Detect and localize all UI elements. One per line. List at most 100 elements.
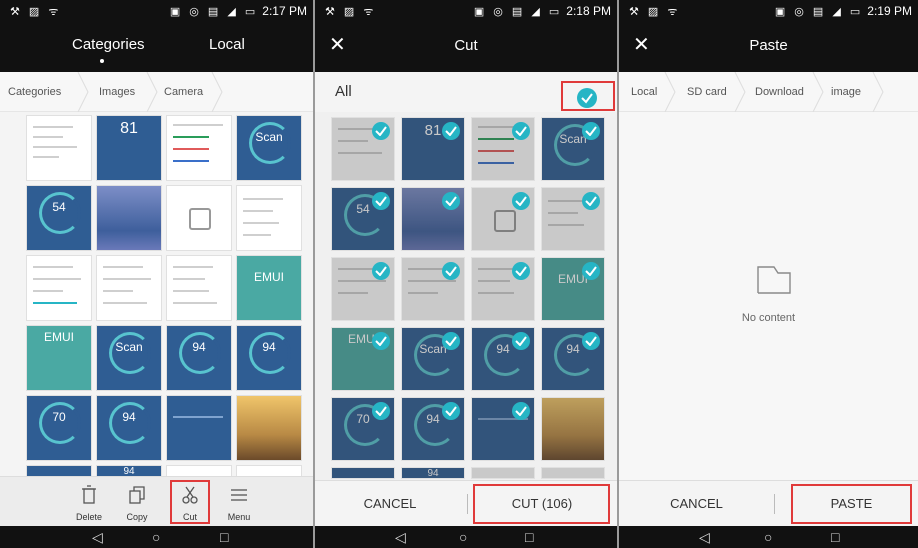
image-thumbnail[interactable] xyxy=(166,255,232,321)
breadcrumb-camera[interactable]: Camera xyxy=(164,72,203,112)
image-thumbnail[interactable] xyxy=(541,397,605,461)
chevron-right-icon xyxy=(811,72,825,112)
status-right: ▣ ◎ ▤ ◢ ▭ 2:19 PM xyxy=(775,4,912,18)
delete-button[interactable]: Delete xyxy=(62,485,116,522)
breadcrumb-sd-card[interactable]: SD card xyxy=(687,72,727,112)
tab-local[interactable]: Local xyxy=(209,36,245,53)
image-thumbnail[interactable] xyxy=(401,187,465,251)
tab-categories[interactable]: Categories xyxy=(72,36,145,53)
cancel-button[interactable]: CANCEL xyxy=(619,481,774,527)
chevron-right-icon xyxy=(871,72,885,112)
thumbnail-text: Scan xyxy=(115,340,143,354)
active-tab-indicator xyxy=(100,59,104,63)
image-thumbnail[interactable]: 54 xyxy=(331,187,395,251)
back-icon[interactable]: ◁ xyxy=(395,528,406,546)
image-thumbnail[interactable] xyxy=(166,395,232,461)
thumbnail-text: 81 xyxy=(120,120,138,137)
image-thumbnail[interactable] xyxy=(96,185,162,251)
image-thumbnail[interactable]: EMUI xyxy=(331,327,395,391)
title-bar: Categories Local xyxy=(0,22,313,72)
title-bar: ✕ Cut xyxy=(315,22,617,72)
image-thumbnail[interactable] xyxy=(166,185,232,251)
image-thumbnail[interactable] xyxy=(471,117,535,181)
image-thumbnail[interactable]: EMUI xyxy=(541,257,605,321)
image-thumbnail[interactable]: EMUI xyxy=(26,325,92,391)
status-left-icons: ⚒ ▨ ᯤ xyxy=(629,6,681,18)
image-thumbnail[interactable]: 94 xyxy=(96,395,162,461)
checkmark-icon xyxy=(582,122,600,140)
categories-panel: ⚒ ▨ ᯤ ▣ ◎ ▤ ◢ ▭ 2:17 PM Categories Local … xyxy=(0,0,313,548)
checkmark-icon xyxy=(442,192,460,210)
breadcrumb-images[interactable]: Images xyxy=(99,72,135,112)
select-all-label: All xyxy=(335,83,352,100)
image-thumbnail[interactable] xyxy=(401,257,465,321)
back-icon[interactable]: ◁ xyxy=(92,528,103,546)
image-thumbnail[interactable]: 54 xyxy=(26,185,92,251)
image-thumbnail[interactable]: 94 xyxy=(166,325,232,391)
recents-icon[interactable]: □ xyxy=(525,528,533,546)
page-title: Paste xyxy=(749,37,788,54)
image-thumbnail[interactable] xyxy=(166,115,232,181)
system-nav-bar: ◁ ○ □ xyxy=(0,526,313,548)
select-all-checkbox[interactable] xyxy=(561,81,615,111)
breadcrumb-categories[interactable]: Categories xyxy=(8,72,61,112)
menu-label: Menu xyxy=(227,512,251,522)
checkmark-icon xyxy=(512,402,530,420)
system-nav-bar: ◁ ○ □ xyxy=(619,526,918,548)
checkmark-icon xyxy=(372,262,390,280)
image-thumbnail[interactable] xyxy=(96,255,162,321)
image-thumbnail[interactable]: 94 xyxy=(401,397,465,461)
image-thumbnail[interactable]: 81 xyxy=(401,117,465,181)
image-thumbnail[interactable] xyxy=(471,257,535,321)
image-thumbnail[interactable]: 81 xyxy=(96,115,162,181)
image-thumbnail[interactable] xyxy=(541,467,605,479)
chevron-right-icon xyxy=(76,72,90,112)
copy-icon xyxy=(110,485,164,509)
checkmark-icon xyxy=(512,262,530,280)
image-thumbnail[interactable] xyxy=(236,395,302,461)
image-thumbnail[interactable]: 70 xyxy=(331,397,395,461)
menu-button[interactable]: Menu xyxy=(212,485,266,522)
home-icon[interactable]: ○ xyxy=(459,528,467,546)
image-thumbnail[interactable]: 94 xyxy=(401,467,465,479)
image-thumbnail[interactable] xyxy=(331,467,395,479)
home-icon[interactable]: ○ xyxy=(764,528,772,546)
image-thumbnail[interactable]: Scan xyxy=(236,115,302,181)
page-title: Cut xyxy=(454,37,478,54)
back-icon[interactable]: ◁ xyxy=(699,528,710,546)
cancel-button[interactable]: CANCEL xyxy=(315,481,465,527)
checkmark-icon xyxy=(577,88,597,108)
paste-highlight-box xyxy=(791,484,912,524)
image-thumbnail[interactable]: EMUI xyxy=(236,255,302,321)
image-thumbnail[interactable]: Scan xyxy=(541,117,605,181)
image-thumbnail[interactable] xyxy=(26,115,92,181)
recents-icon[interactable]: □ xyxy=(831,528,839,546)
checkmark-icon xyxy=(582,332,600,350)
image-thumbnail[interactable]: 94 xyxy=(541,327,605,391)
home-icon[interactable]: ○ xyxy=(152,528,160,546)
thumbnail-text: 70 xyxy=(52,410,66,424)
checkmark-icon xyxy=(512,192,530,210)
image-thumbnail[interactable] xyxy=(331,117,395,181)
recents-icon[interactable]: □ xyxy=(220,528,228,546)
image-thumbnail[interactable] xyxy=(236,185,302,251)
image-thumbnail[interactable] xyxy=(541,187,605,251)
thumbnail-text: EMUI xyxy=(254,270,284,284)
image-thumbnail[interactable] xyxy=(26,255,92,321)
breadcrumb-local[interactable]: Local xyxy=(631,72,657,112)
image-thumbnail[interactable]: 94 xyxy=(471,327,535,391)
image-thumbnail[interactable]: Scan xyxy=(401,327,465,391)
action-bar: CANCEL PASTE xyxy=(619,480,918,526)
image-thumbnail[interactable] xyxy=(471,397,535,461)
image-thumbnail[interactable] xyxy=(331,257,395,321)
image-thumbnail[interactable] xyxy=(471,467,535,479)
image-thumbnail[interactable]: 94 xyxy=(236,325,302,391)
status-time: 2:18 PM xyxy=(566,4,611,18)
breadcrumb-image[interactable]: image xyxy=(831,72,861,112)
menu-icon xyxy=(212,485,266,509)
image-thumbnail[interactable]: Scan xyxy=(96,325,162,391)
breadcrumb-download[interactable]: Download xyxy=(755,72,804,112)
copy-button[interactable]: Copy xyxy=(110,485,164,522)
image-thumbnail[interactable]: 70 xyxy=(26,395,92,461)
image-thumbnail[interactable] xyxy=(471,187,535,251)
